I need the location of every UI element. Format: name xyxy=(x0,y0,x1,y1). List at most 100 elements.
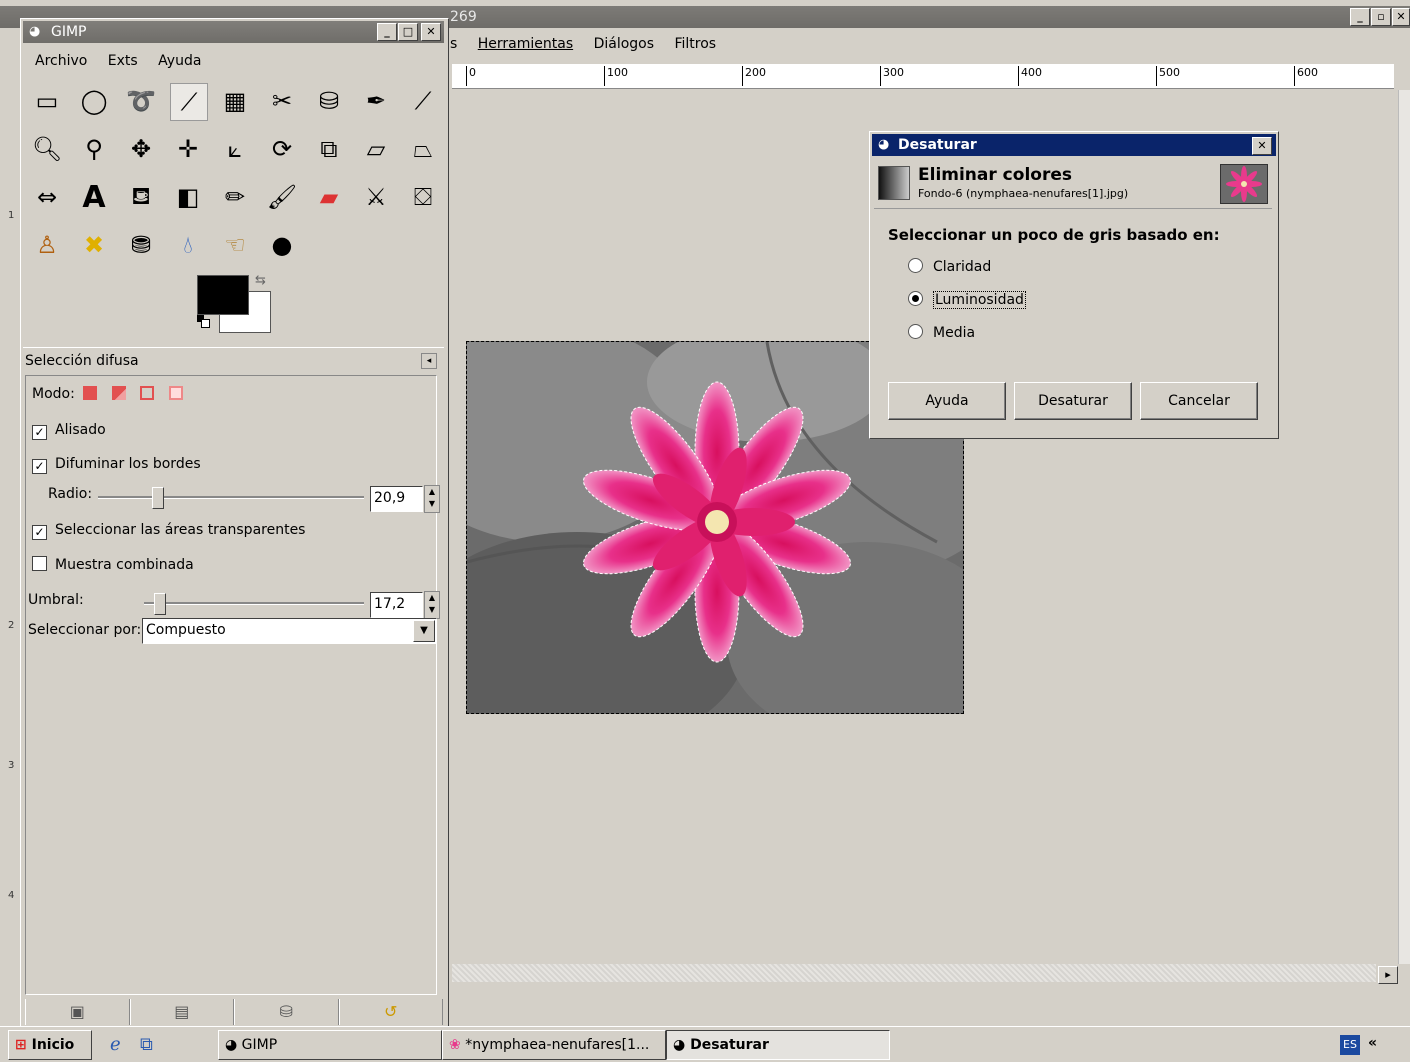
select-by-color-icon[interactable]: ▦ xyxy=(217,83,253,119)
taskbar-item-image[interactable]: ❀ *nymphaea-nenufares[1... xyxy=(442,1030,666,1060)
ellipse-select-icon[interactable]: ◯ xyxy=(76,83,112,119)
save-options-icon[interactable]: ▣ xyxy=(25,999,130,1025)
taskbar-item-desaturate[interactable]: ◕ Desaturar xyxy=(666,1030,890,1060)
radio-luminosity[interactable] xyxy=(908,291,923,306)
menu-exts[interactable]: Exts xyxy=(108,53,138,69)
move-icon[interactable]: ✥ xyxy=(123,131,159,167)
threshold-spinbox[interactable]: 17,2 xyxy=(370,592,423,618)
blend-icon[interactable]: ◧ xyxy=(170,179,206,215)
internet-explorer-icon[interactable]: ℯ xyxy=(110,1034,121,1055)
sample-merged-checkbox[interactable] xyxy=(32,556,47,571)
help-button[interactable]: Ayuda xyxy=(888,382,1006,420)
toolbox-minimize-button[interactable]: _ xyxy=(377,23,397,41)
radius-spinbox[interactable]: 20,9 xyxy=(370,486,423,512)
dialog-header-title: Eliminar colores xyxy=(918,165,1072,185)
pencil-icon[interactable]: ✏ xyxy=(217,179,253,215)
cancel-button[interactable]: Cancelar xyxy=(1140,382,1258,420)
smudge-icon[interactable]: ☜ xyxy=(217,227,253,263)
radio-average[interactable] xyxy=(908,324,923,339)
select-by-combo[interactable]: Compuesto ▼ xyxy=(142,618,437,644)
foreground-color-swatch[interactable] xyxy=(197,275,249,315)
lasso-icon[interactable]: ➰ xyxy=(123,83,159,119)
tool-options-menu-icon[interactable]: ◂ xyxy=(421,353,437,369)
mode-replace-icon[interactable] xyxy=(83,386,98,400)
bucket-fill-icon[interactable]: ⛾ xyxy=(123,179,159,215)
show-desktop-icon[interactable]: ⧉ xyxy=(140,1034,153,1055)
mode-add-icon[interactable] xyxy=(111,386,126,400)
menu-help[interactable]: Ayuda xyxy=(158,53,201,69)
reset-colors-icon[interactable] xyxy=(197,315,210,328)
fuzzy-select-icon[interactable]: ⟋ xyxy=(170,83,208,121)
rotate-icon[interactable]: ⟳ xyxy=(264,131,300,167)
menu-file[interactable]: Archivo xyxy=(35,53,87,69)
minimize-button[interactable]: _ xyxy=(1350,8,1370,26)
chevron-down-icon[interactable]: ▼ xyxy=(413,620,435,642)
perspective-icon[interactable]: ⏢ xyxy=(405,131,441,167)
toolbox-maximize-button[interactable]: □ xyxy=(398,23,418,41)
feather-checkbox[interactable]: ✓ xyxy=(32,459,47,474)
swap-colors-icon[interactable]: ⇆ xyxy=(255,273,266,288)
radio-option-lightness[interactable]: Claridad xyxy=(908,258,991,275)
select-transparent-option[interactable]: ✓ Seleccionar las áreas transparentes xyxy=(32,522,305,540)
ink-icon[interactable]: ⛋ xyxy=(405,179,441,215)
close-button[interactable]: ✕ xyxy=(1392,8,1410,26)
restore-button[interactable]: ▫ xyxy=(1371,8,1391,26)
dodge-burn-icon[interactable]: ● xyxy=(264,227,300,263)
taskbar-item-gimp[interactable]: ◕ GIMP xyxy=(218,1030,442,1060)
dialog-close-button[interactable]: ✕ xyxy=(1252,137,1272,155)
radio-option-average[interactable]: Media xyxy=(908,324,975,341)
blur-icon[interactable]: 💧︎ xyxy=(170,227,206,263)
zoom-icon[interactable]: 🔍︎ xyxy=(29,131,65,167)
radio-option-luminosity[interactable]: Luminosidad xyxy=(908,291,1026,309)
start-button[interactable]: ⊞ Inicio xyxy=(8,1030,92,1060)
airbrush-icon[interactable]: ⚔ xyxy=(358,179,394,215)
feather-option[interactable]: ✓ Difuminar los bordes xyxy=(32,456,201,474)
color-picker-icon[interactable]: ⟋ xyxy=(405,83,441,119)
rect-select-icon[interactable]: ▭ xyxy=(29,83,65,119)
desaturate-button[interactable]: Desaturar xyxy=(1014,382,1132,420)
antialias-checkbox[interactable]: ✓ xyxy=(32,425,47,440)
radius-spin-buttons[interactable]: ▲ ▼ xyxy=(424,485,440,513)
paths-icon[interactable]: ✒ xyxy=(358,83,394,119)
restore-options-icon[interactable]: ▤ xyxy=(129,999,234,1025)
scale-icon[interactable]: ⧉ xyxy=(311,131,347,167)
toolbox-titlebar[interactable]: ◕ GIMP _ □ ✕ xyxy=(23,21,444,43)
reset-options-icon[interactable]: ↺ xyxy=(338,999,443,1025)
text-tool-icon[interactable]: A xyxy=(76,179,112,215)
menu-dialogs[interactable]: Diálogos xyxy=(594,36,654,52)
perspective-clone-icon[interactable]: ⛃ xyxy=(123,227,159,263)
language-indicator[interactable]: ES xyxy=(1340,1035,1360,1055)
antialias-option[interactable]: ✓ Alisado xyxy=(32,422,106,440)
menu-tools[interactable]: Herramientas xyxy=(478,36,573,52)
navigate-button[interactable]: ▸ xyxy=(1378,966,1398,984)
eraser-icon[interactable]: ▰ xyxy=(311,179,347,215)
mode-intersect-icon[interactable] xyxy=(168,386,183,400)
sample-merged-option[interactable]: Muestra combinada xyxy=(32,556,194,573)
menu-layer[interactable]: s xyxy=(450,36,457,52)
threshold-slider-thumb[interactable] xyxy=(154,593,167,615)
shear-icon[interactable]: ▱ xyxy=(358,131,394,167)
threshold-slider-track[interactable] xyxy=(144,602,364,605)
vertical-scrollbar[interactable] xyxy=(1398,90,1410,964)
clone-icon[interactable]: ♙ xyxy=(29,227,65,263)
radius-slider-track[interactable] xyxy=(98,496,364,499)
menu-filters[interactable]: Filtros xyxy=(674,36,716,52)
delete-options-icon[interactable]: ⛁ xyxy=(234,999,339,1025)
toolbox-close-button[interactable]: ✕ xyxy=(421,23,441,41)
horizontal-scrollbar[interactable] xyxy=(452,964,1376,982)
select-transparent-checkbox[interactable]: ✓ xyxy=(32,525,47,540)
dialog-titlebar[interactable]: ◕ Desaturar ✕ xyxy=(872,134,1276,156)
foreground-select-icon[interactable]: ⛁ xyxy=(311,83,347,119)
radius-slider-thumb[interactable] xyxy=(151,487,164,509)
scissors-icon[interactable]: ✂ xyxy=(264,83,300,119)
threshold-spin-buttons[interactable]: ▲ ▼ xyxy=(424,591,440,619)
heal-icon[interactable]: ✖ xyxy=(76,227,112,263)
tray-expand-icon[interactable]: « xyxy=(1368,1035,1377,1051)
crop-icon[interactable]: ⟀ xyxy=(217,131,253,167)
paintbrush-icon[interactable]: 🖌︎ xyxy=(264,179,300,215)
mode-subtract-icon[interactable] xyxy=(140,386,155,400)
measure-icon[interactable]: ⚲ xyxy=(76,131,112,167)
flip-icon[interactable]: ⇔ xyxy=(29,179,65,215)
align-icon[interactable]: ✛ xyxy=(170,131,206,167)
radio-lightness[interactable] xyxy=(908,258,923,273)
